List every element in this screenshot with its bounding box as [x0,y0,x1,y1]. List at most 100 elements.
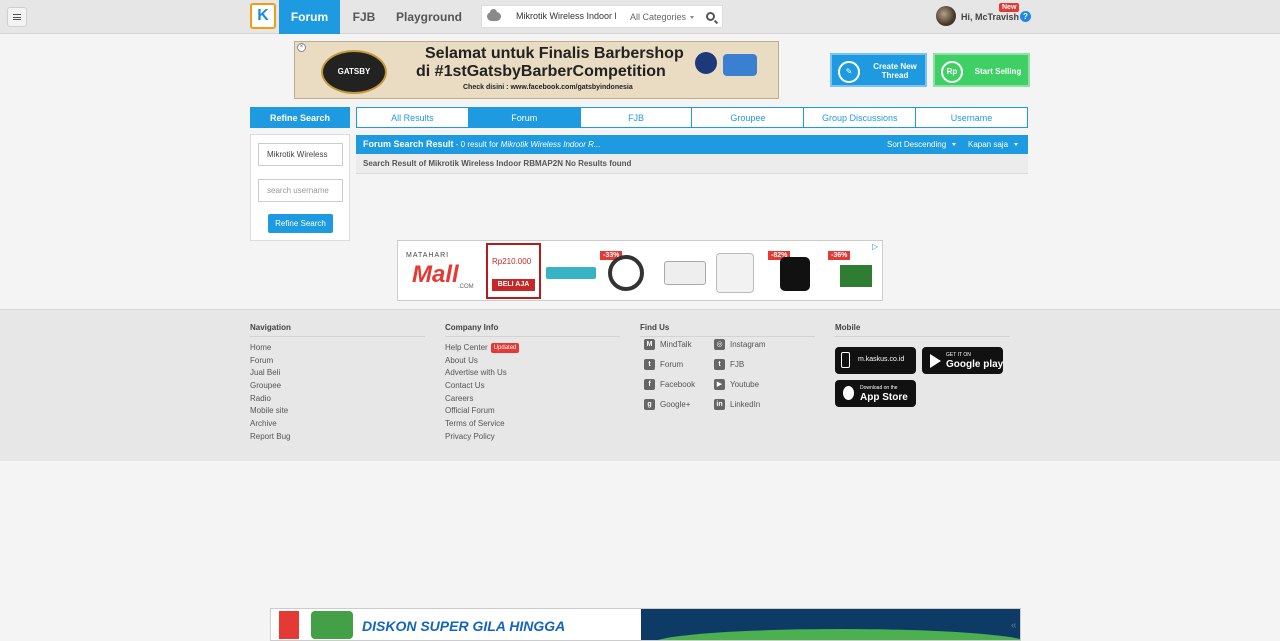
product-network-card-image[interactable]: -36% [826,249,874,293]
user-greeting[interactable]: Hi, McTravish [961,12,1019,22]
social-label: MindTalk [660,340,692,349]
footer-link-jual-beli[interactable]: Jual Beli [250,367,425,380]
rupiah-icon: Rp [941,61,963,83]
username-input[interactable]: search username [258,179,343,202]
mobile-site-badge[interactable]: m.kaskus.co.id [835,347,916,374]
product-tin-image [695,52,717,74]
brand-suffix: .COM [458,284,474,290]
social-label: Instagram [730,340,766,349]
tab-groupee[interactable]: Groupee [692,108,805,127]
social-google-plus[interactable]: g Google+ [644,399,690,410]
time-dropdown[interactable]: Kapan saja [968,140,1019,149]
tab-username[interactable]: Username [916,108,1027,127]
social-linkedin[interactable]: in LinkedIn [714,399,760,410]
mindtalk-icon: M [644,339,655,350]
chevron-down-icon [952,143,957,147]
product-access-point-image[interactable] [660,249,710,293]
social-label: FJB [730,360,745,369]
keyword-input[interactable]: Mikrotik Wireless [258,143,343,166]
footer-link-radio[interactable]: Radio [250,393,425,406]
user-avatar[interactable] [936,6,956,26]
banner-line-1: Selamat untuk Finalis Barbershop [425,45,684,62]
footer-link-advertise[interactable]: Advertise with Us [445,367,620,380]
nav-tab-label: Forum [290,10,329,24]
nav-tab-forum[interactable]: Forum [279,0,340,34]
tab-forum[interactable]: Forum [468,108,581,127]
help-icon[interactable]: ? [1020,11,1031,22]
sort-label: Sort Descending [887,140,947,149]
adchoices-icon[interactable]: ▷ [872,242,881,251]
footer-link-label: Help Center [445,343,488,352]
social-label: Youtube [730,380,760,389]
nav-tab-fjb[interactable]: FJB [340,0,388,34]
start-selling-button[interactable]: Rp Start Selling [933,53,1030,87]
banner-line-2: di #1stGatsbyBarberCompetition [416,63,666,80]
result-query: Mikrotik Wireless Indoor R... [500,140,601,149]
search-bar: Mikrotik Wireless Indoor RE All Categori… [481,5,723,28]
social-mindtalk[interactable]: M MindTalk [644,339,692,350]
category-label: All Categories [630,12,687,22]
app-store-badge[interactable]: Download on the App Store [835,380,916,407]
new-badge: New [999,3,1020,12]
refine-search-button[interactable]: Refine Search [268,214,333,233]
tab-group-discussions[interactable]: Group Discussions [804,108,917,127]
footer-link-help-center[interactable]: Help Center Updated [445,342,620,355]
promo-banner[interactable]: × GATSBY Selamat untuk Finalis Barbersho… [294,41,779,99]
social-label: Forum [660,360,684,369]
create-thread-button[interactable]: ✎ Create New Thread [830,53,927,87]
cloud-icon[interactable] [487,9,501,21]
youtube-icon: ▶ [714,379,725,390]
nav-tab-playground[interactable]: Playground [392,0,466,34]
footer-link-privacy[interactable]: Privacy Policy [445,431,620,444]
footer-link-groupee[interactable]: Groupee [250,380,425,393]
category-select[interactable]: All Categories [630,12,695,22]
featured-product[interactable]: Rp210.000 BELI AJA [486,243,541,299]
footer-link-official-forum[interactable]: Official Forum [445,405,620,418]
bottom-ad-headline: DISKON SUPER GILA HINGGA [362,618,566,634]
social-fjb-twitter[interactable]: t FJB [714,359,744,370]
product-fan-image[interactable]: -33% [600,249,652,293]
footer-heading: Find Us [640,323,815,337]
hamburger-menu-button[interactable] [7,7,27,27]
footer-link-terms[interactable]: Terms of Service [445,418,620,431]
hamburger-icon [13,14,21,20]
updated-badge: Updated [490,342,520,353]
footer: Navigation Home Forum Jual Beli Groupee … [0,309,1280,461]
tab-fjb[interactable]: FJB [581,108,693,127]
footer-link-careers[interactable]: Careers [445,393,620,406]
social-forum-twitter[interactable]: t Forum [644,359,683,370]
product-adapter-image[interactable] [714,249,766,293]
tab-all-results[interactable]: All Results [357,108,469,127]
app-store-big: App Store [860,392,908,403]
footer-link-home[interactable]: Home [250,342,425,355]
search-icon[interactable] [706,12,715,21]
social-youtube[interactable]: ▶ Youtube [714,379,759,390]
social-instagram[interactable]: ◎ Instagram [714,339,766,350]
close-icon[interactable]: × [297,43,306,52]
search-input[interactable]: Mikrotik Wireless Indoor RE [516,11,616,21]
footer-link-archive[interactable]: Archive [250,418,425,431]
sort-dropdown[interactable]: Sort Descending [887,140,957,149]
create-thread-label: Create New Thread [873,62,917,80]
buy-button[interactable]: BELI AJA [492,279,535,291]
footer-link-mobile-site[interactable]: Mobile site [250,405,425,418]
kaskus-logo[interactable]: K [250,3,276,29]
product-router-image[interactable] [546,249,596,293]
social-facebook[interactable]: f Facebook [644,379,695,390]
collapse-ad-button[interactable]: « [1011,620,1017,631]
footer-link-report-bug[interactable]: Report Bug [250,431,425,444]
product-smartwatch-image[interactable]: -82% [768,249,822,293]
footer-link-forum[interactable]: Forum [250,355,425,368]
footer-link-about-us[interactable]: About Us [445,355,620,368]
apple-icon [843,386,854,400]
result-header: Forum Search Result - 0 result for Mikro… [356,135,1028,154]
bottom-sticky-ad[interactable]: DISKON SUPER GILA HINGGA [270,608,1021,641]
matahari-mall-ad[interactable]: MATAHARI Mall .COM Rp210.000 BELI AJA -3… [397,240,883,301]
footer-link-contact-us[interactable]: Contact Us [445,380,620,393]
result-title-text: Forum Search Result [363,139,454,149]
nav-tab-label: Playground [395,10,462,24]
ad-logo-belanja [279,611,299,639]
google-play-badge[interactable]: GET IT ON Google play [922,347,1003,374]
brand-name: Mall [412,261,459,288]
pencil-icon: ✎ [838,61,860,83]
